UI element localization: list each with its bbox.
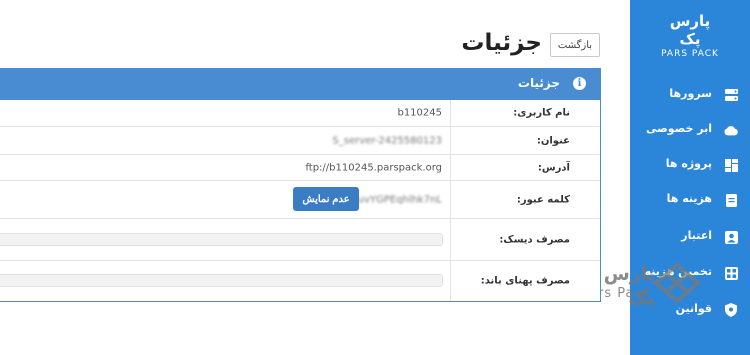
- shield-icon: [724, 303, 738, 317]
- sidebar-item-private-cloud[interactable]: ابر خصوصی: [630, 115, 750, 145]
- row-label: آدرس:: [537, 162, 570, 173]
- address-value: ftp://b110245.parspack.org: [305, 162, 442, 173]
- row-label: نام کاربری:: [513, 107, 570, 119]
- disk-usage-bar: [0, 233, 443, 246]
- calculator-icon: [724, 266, 738, 280]
- sidebar-item-label: سرورها: [669, 87, 712, 100]
- row-label: مصرف دیسک:: [499, 234, 570, 245]
- username-value: b110245: [397, 107, 442, 119]
- details-panel: i جزئیات نام کاربری: b110245 عنوان: S_se…: [0, 68, 601, 302]
- detail-row-title: عنوان: S_server-2425580123: [0, 127, 600, 155]
- detail-row-bandwidth-usage: مصرف پهنای باند:: [0, 261, 600, 301]
- invoice-icon: [724, 193, 738, 207]
- sidebar-item-credit[interactable]: اعتبار: [630, 222, 750, 252]
- panel-title: جزئیات: [517, 76, 560, 90]
- sidebar-item-label: پروژه ها: [665, 157, 712, 170]
- logo-text-en: PARS PACK: [661, 49, 719, 59]
- sidebar-item-label: هزینه ها: [666, 192, 712, 205]
- back-button[interactable]: بازگشت: [550, 33, 600, 57]
- detail-row-disk-usage: مصرف دیسک:: [0, 219, 600, 261]
- logo-text-fa: پارس پک: [669, 12, 711, 48]
- sidebar-item-label: اعتبار: [681, 229, 712, 242]
- row-label: کلمه عبور:: [516, 194, 570, 205]
- sidebar-item-label: ابر خصوصی: [646, 122, 712, 135]
- cloud-icon: [724, 123, 738, 137]
- info-icon: i: [573, 77, 586, 90]
- dashboard-icon: [724, 158, 738, 172]
- sidebar-item-projects[interactable]: پروژه ها: [630, 150, 750, 180]
- row-label: عنوان:: [536, 135, 570, 146]
- sidebar-item-costs[interactable]: هزینه ها: [630, 185, 750, 215]
- title-value: S_server-2425580123: [332, 135, 442, 146]
- password-value: uvYGPEqhlhk7nL: [357, 194, 442, 205]
- watermark-logo-icon: [653, 262, 701, 304]
- bandwidth-usage-bar: [0, 274, 443, 287]
- server-icon: [724, 88, 738, 102]
- detail-row-address: آدرس: ftp://b110245.parspack.org: [0, 155, 600, 181]
- detail-row-username: نام کاربری: b110245: [0, 100, 600, 127]
- panel-header: i جزئیات: [0, 69, 600, 100]
- row-label: مصرف پهنای باند:: [480, 275, 570, 287]
- sidebar-item-servers[interactable]: سرورها: [630, 80, 750, 110]
- user-card-icon: [724, 230, 738, 244]
- logo[interactable]: پارس پک PARS PACK: [660, 12, 720, 59]
- hide-password-button[interactable]: عدم نمایش: [293, 187, 359, 211]
- page-title: جزئیات: [461, 30, 542, 56]
